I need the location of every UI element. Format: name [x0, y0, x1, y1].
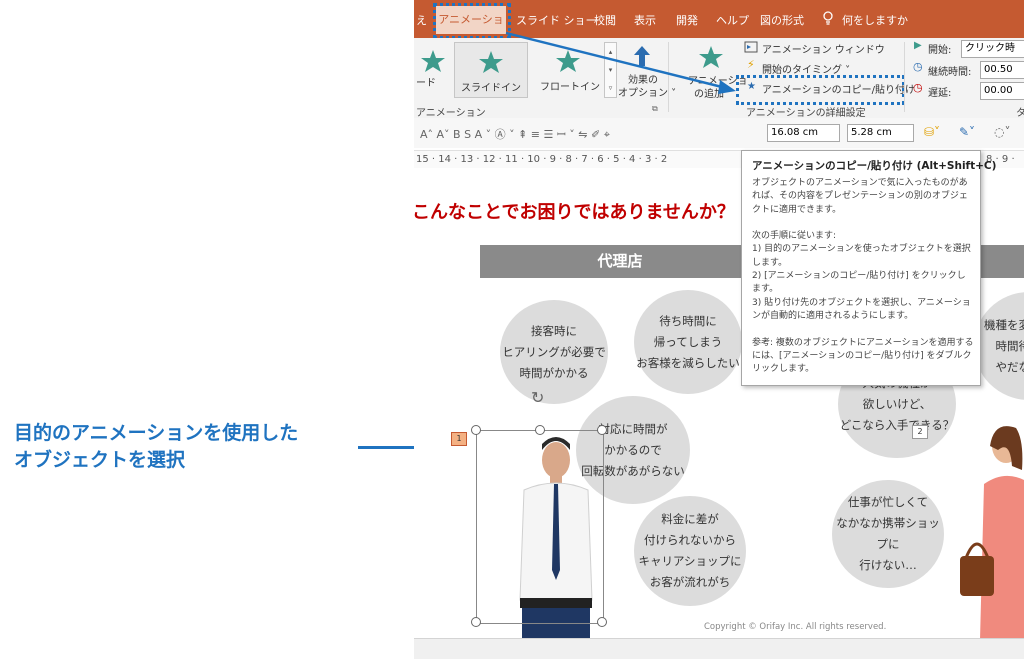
copyright-text: Copyright © Orifay Inc. All rights reser…: [704, 622, 887, 632]
selection-frame: [476, 430, 604, 624]
outline-color-icon[interactable]: ✎˅: [959, 125, 975, 139]
ruler-marks-left: 15 · 14 · 13 · 12 · 11 · 10 · 9 · 8 · 7 …: [416, 154, 668, 165]
animation-order-badge: 1: [451, 432, 467, 446]
tooltip-body: オブジェクトのアニメーションで気に入ったものがあれば、その内容をプレゼンテーショ…: [752, 178, 974, 375]
resize-handle[interactable]: [471, 617, 481, 627]
status-bar: [414, 638, 1024, 659]
speech-bubble: 接客時に ヒアリングが必要で 時間がかかる: [500, 300, 608, 404]
slide-heading: こんなことでお困りではありませんか？: [414, 202, 735, 223]
animation-order-badge: 2: [912, 425, 928, 439]
annotation-line-1: 目的のアニメーションを使用した: [14, 422, 299, 444]
powerpoint-window: え アニメーション スライド ショー 校閲 表示 開発 ヘルプ 図の形式 何をし…: [414, 0, 1024, 659]
annotation-text: 目的のアニメーションを使用した オブジェクトを選択: [14, 420, 298, 474]
businesswoman-illustration[interactable]: [954, 420, 1024, 640]
height-input[interactable]: 16.08 cm: [767, 124, 840, 142]
font-formatting-icons[interactable]: A˄ A˅ B S A ˅ Ⓐ ˅ ⇞ ≡ ☰ ꟷ ˅ ⇋ ✐ ⌖: [420, 126, 610, 142]
resize-handle[interactable]: [597, 425, 607, 435]
speech-bubble: 仕事が忙しくて なかなか携帯ショップに 行けない…: [832, 480, 944, 588]
annotation-line-2: オブジェクトを選択: [14, 449, 186, 471]
effects-icon[interactable]: ◌˅: [994, 125, 1010, 139]
copy-paste-tooltip: アニメーションのコピー/貼り付け (Alt+Shift+C) オブジェクトのアニ…: [741, 150, 996, 386]
speech-bubble: 料金に差が 付けられないから キャリアショップに お客が流れがち: [634, 496, 746, 606]
fill-color-icon[interactable]: ⛁˅: [924, 125, 940, 139]
agency-banner-label: 代理店: [597, 252, 643, 270]
format-toolbar: A˄ A˅ B S A ˅ Ⓐ ˅ ⇞ ≡ ☰ ꟷ ˅ ⇋ ✐ ⌖ 16.08 …: [414, 118, 1024, 148]
resize-handle[interactable]: [597, 617, 607, 627]
resize-handle[interactable]: [535, 425, 545, 435]
resize-handle[interactable]: [471, 425, 481, 435]
callout-arrow: [505, 31, 736, 94]
speech-bubble: 待ち時間に 帰ってしまう お客様を減らしたい: [634, 290, 742, 394]
width-input[interactable]: 5.28 cm: [847, 124, 914, 142]
tooltip-title: アニメーションのコピー/貼り付け (Alt+Shift+C): [752, 160, 997, 172]
rotate-handle-icon[interactable]: ↻: [531, 388, 544, 407]
